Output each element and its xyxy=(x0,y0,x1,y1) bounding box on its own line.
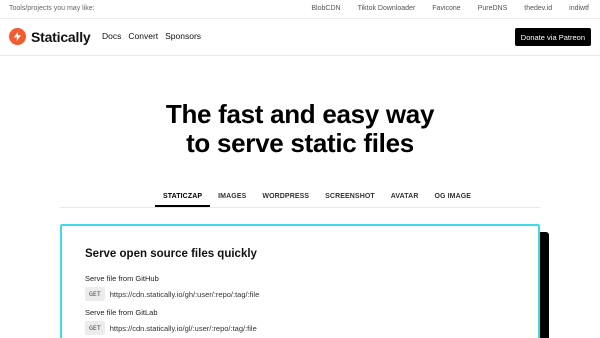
tab-screenshot[interactable]: SCREENSHOT xyxy=(317,191,383,207)
brand-logo[interactable]: Statically xyxy=(9,28,91,45)
main-nav: Docs Convert Sponsors xyxy=(102,31,201,41)
tool-link-thedev[interactable]: thedev.id xyxy=(524,5,552,12)
donate-button[interactable]: Donate via Patreon xyxy=(514,28,591,46)
tool-link-puredns[interactable]: PureDNS xyxy=(478,5,508,12)
tool-link-tiktok-downloader[interactable]: Tiktok Downloader xyxy=(358,5,416,12)
http-method-badge: GET xyxy=(85,321,105,335)
brand-name: Statically xyxy=(31,28,91,45)
card-title: Serve open source files quickly xyxy=(85,248,257,260)
nav-convert[interactable]: Convert xyxy=(128,31,158,41)
endpoint-url: https://cdn.statically.io/gl/:user/:repo… xyxy=(109,323,257,333)
tool-link-favicone[interactable]: Favicone xyxy=(432,5,460,12)
endpoint-url: https://cdn.statically.io/gh/:user/:repo… xyxy=(109,289,260,299)
tools-label: Tools/projects you may like: xyxy=(9,5,95,12)
github-row-label: Serve file from GitHub xyxy=(85,274,159,283)
lightning-bolt-icon xyxy=(9,28,26,45)
nav-sponsors[interactable]: Sponsors xyxy=(165,31,201,41)
tool-link-indiwtf[interactable]: indiwtf xyxy=(569,5,589,12)
site-header: Statically Docs Convert Sponsors Donate … xyxy=(0,20,600,56)
http-method-badge: GET xyxy=(85,287,105,301)
tab-images[interactable]: IMAGES xyxy=(210,191,254,207)
staticzap-card: Serve open source files quickly Serve fi… xyxy=(60,224,540,338)
hero-line-2: to serve static files xyxy=(186,128,414,158)
github-endpoint: GET https://cdn.statically.io/gh/:user/:… xyxy=(85,287,259,301)
tab-og-image[interactable]: OG IMAGE xyxy=(426,191,479,207)
tool-link-blobcdn[interactable]: BlobCDN xyxy=(311,5,340,12)
tab-wordpress[interactable]: WORDPRESS xyxy=(254,191,317,207)
tab-staticzap[interactable]: STATICZAP xyxy=(155,191,211,207)
hero-heading: The fast and easy way to serve static fi… xyxy=(0,100,600,158)
service-tabs: STATICZAP IMAGES WORDPRESS SCREENSHOT AV… xyxy=(155,191,479,207)
hero-line-1: The fast and easy way xyxy=(165,99,435,129)
tabs-divider xyxy=(60,207,540,208)
gitlab-row-label: Serve file from GitLab xyxy=(85,308,158,317)
tab-avatar[interactable]: AVATAR xyxy=(383,191,427,207)
tools-links: BlobCDN Tiktok Downloader Favicone PureD… xyxy=(311,5,589,12)
top-bar: Tools/projects you may like: BlobCDN Tik… xyxy=(0,0,600,19)
nav-docs[interactable]: Docs xyxy=(102,31,121,41)
gitlab-endpoint: GET https://cdn.statically.io/gl/:user/:… xyxy=(85,321,257,335)
